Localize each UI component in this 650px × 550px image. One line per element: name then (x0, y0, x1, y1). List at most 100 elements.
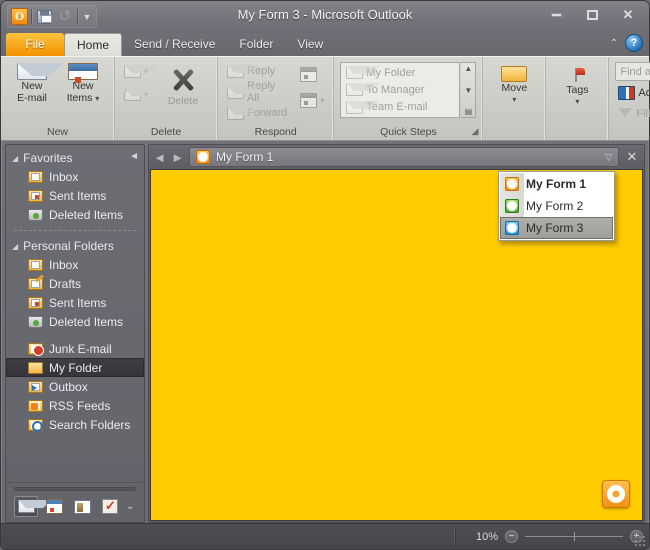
ribbon-group-find-label: Find (611, 125, 650, 140)
calendar-icon (46, 499, 63, 514)
quickstep-team-email[interactable]: Team E-mail (343, 99, 457, 116)
sidebar-item-label: My Folder (49, 361, 102, 375)
sidebar-item-drafts[interactable]: Drafts (6, 274, 144, 293)
gear-orange-icon (196, 150, 210, 164)
more-respond-icon (300, 93, 317, 108)
new-items-label-2: Items ▾ (67, 93, 100, 104)
meeting-icon (300, 67, 317, 82)
scroll-up-icon[interactable]: ▲ (464, 64, 472, 73)
chevron-down-icon: ▾ (320, 96, 324, 105)
new-email-label-2: E-mail (17, 93, 47, 104)
forward-button[interactable]: Forward (224, 104, 290, 122)
sidebar-item-outbox[interactable]: Outbox (6, 377, 144, 396)
quick-steps-more-icon[interactable]: ▤ (465, 107, 473, 116)
sidebar-item-my-folder[interactable]: My Folder (6, 358, 144, 377)
form-close-icon[interactable]: ✕ (624, 149, 640, 165)
meeting-button[interactable] (297, 65, 327, 83)
reply-all-button[interactable]: Reply All (224, 83, 290, 101)
sidebar-item-favorites-deleted-items[interactable]: Deleted Items (6, 205, 144, 224)
zoom-slider[interactable] (525, 536, 623, 537)
junk-email-folder-icon (28, 343, 43, 355)
menu-item-my-form-1[interactable]: My Form 1 (500, 173, 613, 195)
form-menu-items: My Form 1 My Form 2 My Form 3 (500, 173, 613, 239)
find-a-contact-input[interactable]: Find a Contact ▾ (615, 62, 650, 81)
dialog-launcher-icon[interactable]: ◢ (471, 124, 478, 139)
reply-icon (227, 65, 244, 78)
sidebar-item-search-folders[interactable]: Search Folders (6, 415, 144, 434)
tab-send-receive[interactable]: Send / Receive (122, 33, 227, 56)
junk-button[interactable]: ▾ (121, 85, 151, 103)
quick-steps-list[interactable]: My Folder To Manager Team E-mail (340, 62, 460, 118)
expander-icon: ◢ (12, 242, 18, 251)
quick-steps-scrollbar[interactable]: ▲ ▼ ▤ (461, 62, 476, 118)
calendar-module-button[interactable] (42, 496, 66, 517)
address-book-button[interactable]: Address Book (615, 84, 650, 102)
sidebar-item-favorites-sent-items[interactable]: Sent Items (6, 186, 144, 205)
outlook-main-window: O ↺ ▼ My Form 3 - Microsoft Outlook ✕ Fi… (0, 0, 650, 550)
delete-button[interactable]: Delete (155, 62, 211, 110)
quickstep-my-folder[interactable]: My Folder (343, 64, 457, 81)
module-overflow-button[interactable]: ⌄ (126, 501, 134, 512)
sidebar-item-inbox[interactable]: Inbox (6, 255, 144, 274)
mail-icon (18, 500, 35, 513)
new-items-button[interactable]: New Items ▾ (58, 60, 108, 107)
tasks-module-button[interactable] (98, 496, 122, 517)
filter-email-icon (618, 107, 633, 121)
maximize-button[interactable] (577, 4, 607, 26)
nav-pane-splitter[interactable] (14, 487, 136, 491)
sidebar-item-label: Junk E-mail (49, 342, 112, 356)
sidebar-item-rss-feeds[interactable]: RSS Feeds (6, 396, 144, 415)
collapse-nav-pane-icon[interactable]: ◄ (129, 151, 139, 162)
ribbon-group-new-label: New (3, 125, 112, 140)
zoom-out-button[interactable]: − (505, 530, 518, 543)
sidebar-item-favorites-inbox[interactable]: Inbox (6, 167, 144, 186)
form-gear-button[interactable] (602, 480, 630, 508)
ignore-button[interactable]: ▾ (121, 62, 151, 80)
gear-green-icon (505, 199, 519, 213)
mail-module-button[interactable] (14, 496, 38, 517)
collapse-ribbon-icon[interactable]: ⌃ (610, 38, 618, 49)
contacts-icon (74, 500, 91, 514)
form-dropdown-icon[interactable]: ▽ (605, 152, 612, 163)
ribbon-group-quick-steps-label: Quick Steps ◢ (336, 125, 480, 140)
nav-section-favorites-header[interactable]: ◢ Favorites ◄ (6, 149, 144, 167)
form-tab-title: My Form 1 (216, 150, 599, 164)
menu-item-label: My Form 3 (526, 221, 583, 235)
drafts-folder-icon (28, 278, 43, 290)
forward-icon[interactable]: ► (171, 150, 184, 165)
sidebar-item-label: Deleted Items (49, 208, 123, 222)
tab-strip-right-controls: ⌃ ? (610, 34, 643, 52)
module-button-bar: ⌄ (6, 496, 144, 517)
sidebar-item-deleted-items[interactable]: Deleted Items (6, 312, 144, 331)
nav-section-personal-folders-header[interactable]: ◢ Personal Folders (6, 237, 144, 255)
close-button[interactable]: ✕ (613, 4, 643, 26)
more-respond-button[interactable]: ▾ (297, 91, 327, 109)
address-book-icon (618, 86, 635, 100)
form-tab-active[interactable]: My Form 1 ▽ (189, 147, 619, 167)
title-bar: O ↺ ▼ My Form 3 - Microsoft Outlook ✕ (1, 1, 649, 33)
tab-folder[interactable]: Folder (227, 33, 285, 56)
move-button[interactable]: Move ▾ (489, 63, 539, 107)
reply-button[interactable]: Reply (224, 62, 290, 80)
tab-view[interactable]: View (285, 33, 335, 56)
sidebar-item-sent-items[interactable]: Sent Items (6, 293, 144, 312)
new-email-button[interactable]: New E-mail (7, 60, 57, 107)
quickstep-to-manager[interactable]: To Manager (343, 81, 457, 98)
contacts-module-button[interactable] (70, 496, 94, 517)
back-icon[interactable]: ◄ (153, 150, 166, 165)
scroll-down-icon[interactable]: ▼ (464, 86, 472, 95)
address-book-label: Address Book (638, 87, 650, 99)
filter-email-button[interactable]: Filter E-mail ▾ (615, 105, 650, 123)
tab-home[interactable]: Home (64, 33, 122, 56)
sent-items-folder-icon (28, 297, 43, 309)
sidebar-item-label: Search Folders (49, 418, 130, 432)
tab-file[interactable]: File (6, 33, 64, 56)
help-button[interactable]: ? (625, 34, 643, 52)
menu-item-my-form-2[interactable]: My Form 2 (500, 195, 613, 217)
sidebar-item-junk-email[interactable]: Junk E-mail (6, 339, 144, 358)
tags-button[interactable]: Tags ▾ (552, 63, 602, 109)
minimize-button[interactable] (541, 4, 571, 26)
sent-items-folder-icon (28, 190, 43, 202)
resize-grip[interactable] (634, 535, 646, 547)
menu-item-my-form-3[interactable]: My Form 3 (500, 217, 613, 239)
